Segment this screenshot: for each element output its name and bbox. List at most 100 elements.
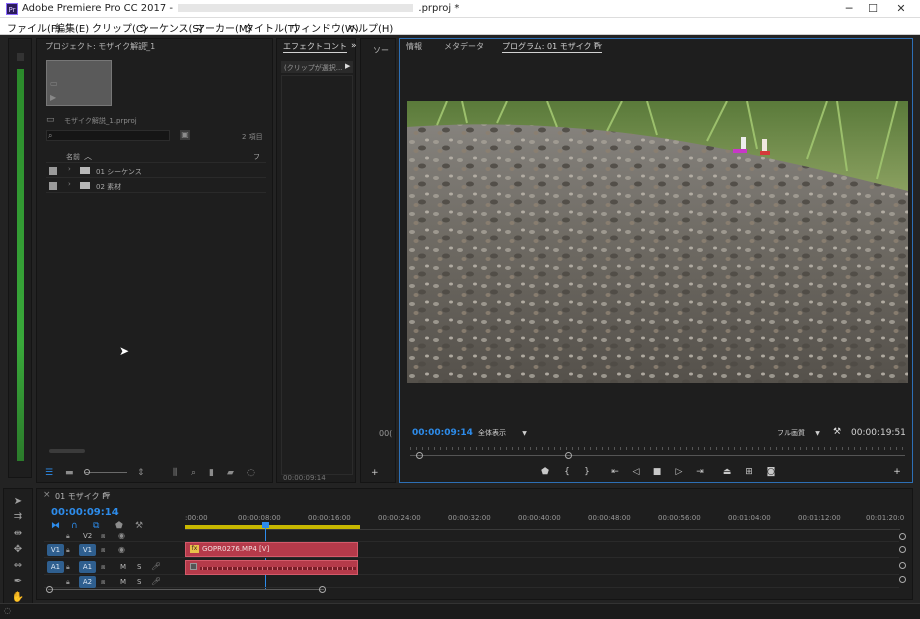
expand-panels-icon[interactable]: » xyxy=(351,41,357,51)
solo-button[interactable]: S xyxy=(137,578,141,586)
chevron-right-icon[interactable]: › xyxy=(68,165,71,173)
automate-icon[interactable]: ⫼ xyxy=(173,467,177,479)
sync-lock-icon[interactable]: ⧈ xyxy=(101,561,105,573)
mark-in-icon[interactable]: { xyxy=(560,466,574,478)
list-item[interactable]: › 02 素材 xyxy=(46,179,266,193)
column-name[interactable]: 名前 xyxy=(66,152,80,162)
go-to-in-icon[interactable]: ⇤ xyxy=(608,466,622,478)
vertical-scroll-handle[interactable] xyxy=(899,562,906,569)
vertical-scroll-handle[interactable] xyxy=(899,533,906,540)
panel-menu-icon[interactable]: ≡ xyxy=(593,39,601,51)
track-target-a1[interactable]: A1 xyxy=(79,561,96,573)
extract-icon[interactable]: ⊞ xyxy=(742,466,756,478)
scroll-end-handle[interactable] xyxy=(319,586,326,593)
panel-menu-icon[interactable]: ≡ xyxy=(103,489,111,501)
vertical-scroll-handle[interactable] xyxy=(899,546,906,553)
razor-tool-icon[interactable]: ✥ xyxy=(11,543,25,557)
program-playhead-timecode[interactable]: 00:00:09:14 xyxy=(412,428,473,438)
horizontal-scrollbar[interactable] xyxy=(49,449,85,453)
chevron-right-icon[interactable]: › xyxy=(68,180,71,188)
vertical-scroll-handle[interactable] xyxy=(899,576,906,583)
button-editor-icon[interactable]: + xyxy=(890,466,904,478)
ripple-edit-tool-icon[interactable]: ⇹ xyxy=(11,527,25,541)
menu-edit[interactable]: 編集(E) xyxy=(55,20,89,35)
mark-out-icon[interactable]: } xyxy=(580,466,594,478)
solo-button[interactable]: S xyxy=(137,563,141,571)
sync-lock-icon[interactable]: ⧈ xyxy=(101,530,105,542)
maximize-button[interactable]: ☐ xyxy=(866,2,880,16)
mute-button[interactable]: M xyxy=(120,578,126,586)
list-view-icon[interactable]: ☰ xyxy=(45,467,53,479)
new-bin-search-icon[interactable]: ▣ xyxy=(180,130,190,140)
step-forward-icon[interactable]: ▷ xyxy=(672,466,686,478)
video-clip[interactable]: fx GOPR0276.MP4 [V] xyxy=(185,542,358,557)
menu-marker[interactable]: マーカー(M) xyxy=(195,20,251,35)
audio-meter-panel xyxy=(8,38,32,478)
zoom-start-handle[interactable] xyxy=(416,452,423,459)
tab-info[interactable]: 情報 xyxy=(406,41,422,52)
timeline-scrollbar[interactable] xyxy=(48,589,324,590)
sync-lock-icon[interactable]: ⧈ xyxy=(101,544,105,556)
quality-select[interactable]: フル画質 ▼ xyxy=(777,428,820,438)
find-icon[interactable]: ⌕ xyxy=(191,467,196,479)
lift-icon[interactable]: ⏏ xyxy=(720,466,734,478)
track-target-a2[interactable]: A2 xyxy=(79,576,96,588)
add-button-icon[interactable]: + xyxy=(371,467,379,479)
microphone-icon[interactable]: 🎤︎ xyxy=(151,561,161,573)
timeline-tab[interactable]: 01 モザイク Pr xyxy=(55,491,110,502)
mute-button[interactable]: M xyxy=(120,563,126,571)
clip-selector[interactable]: (クリップが選択... ▶ xyxy=(281,61,353,73)
stop-icon[interactable]: ■ xyxy=(650,466,664,478)
source-tab[interactable]: ソー xyxy=(373,45,389,56)
new-item-icon[interactable]: ▰ xyxy=(227,467,234,479)
menu-sequence[interactable]: シーケンス(S) xyxy=(139,20,203,35)
close-tab-icon[interactable]: × xyxy=(43,489,51,501)
menu-title[interactable]: タイトル(T) xyxy=(244,20,298,35)
step-back-icon[interactable]: ◁ xyxy=(629,466,643,478)
clear-icon[interactable]: ◌ xyxy=(247,467,255,479)
project-tab[interactable]: プロジェクト: モザイク解説_1 xyxy=(45,41,155,52)
selection-tool-icon[interactable]: ➤ xyxy=(11,495,25,509)
scroll-start-handle[interactable] xyxy=(46,586,53,593)
sync-lock-icon[interactable]: ⧈ xyxy=(101,576,105,588)
effect-controls-tab[interactable]: エフェクトコント xyxy=(283,41,347,53)
zoom-end-handle[interactable] xyxy=(565,452,572,459)
timeline-timecode[interactable]: 00:00:09:14 xyxy=(51,507,119,518)
lock-icon[interactable]: 🔒︎ xyxy=(66,561,70,573)
slip-tool-icon[interactable]: ⇔ xyxy=(11,559,25,573)
source-patch-a1[interactable]: A1 xyxy=(47,561,64,573)
pen-tool-icon[interactable]: ✒ xyxy=(11,575,25,589)
eye-icon[interactable]: ◉ xyxy=(118,544,125,556)
tab-metadata[interactable]: メタデータ xyxy=(444,41,484,52)
audio-clip[interactable] xyxy=(185,560,358,575)
list-item[interactable]: › 01 シーケンス xyxy=(46,164,266,178)
fit-select[interactable]: 全体表示 ▼ xyxy=(478,428,527,438)
close-button[interactable]: ✕ xyxy=(894,2,908,16)
source-patch-v1[interactable]: V1 xyxy=(47,544,64,556)
add-marker-icon[interactable]: ⬟ xyxy=(538,466,552,478)
search-input[interactable]: ⌕ xyxy=(46,130,170,141)
sort-icon[interactable]: ⇕ xyxy=(137,467,145,479)
wrench-icon[interactable]: ⚒ xyxy=(833,426,841,438)
lock-icon[interactable]: 🔒︎ xyxy=(66,576,70,588)
menu-help[interactable]: ヘルプ(H) xyxy=(348,20,393,35)
minimize-button[interactable]: ─ xyxy=(842,2,856,16)
zoom-slider-handle[interactable] xyxy=(84,469,90,475)
eye-icon[interactable]: ◉ xyxy=(118,530,125,542)
new-bin-icon[interactable]: ▮ xyxy=(209,467,214,479)
program-zoom-bar[interactable] xyxy=(410,455,905,456)
export-frame-icon[interactable]: ◙ xyxy=(764,466,778,478)
go-to-out-icon[interactable]: ⇥ xyxy=(693,466,707,478)
program-mini-ruler[interactable] xyxy=(410,447,905,450)
lock-icon[interactable]: 🔒︎ xyxy=(66,530,70,542)
zoom-slider[interactable] xyxy=(85,472,127,473)
track-target-v1[interactable]: V1 xyxy=(79,544,96,556)
lock-icon[interactable]: 🔒︎ xyxy=(66,544,70,556)
tab-program-monitor[interactable]: プログラム: 01 モザイク Pr xyxy=(502,41,603,53)
panel-menu-icon[interactable]: ≡ xyxy=(141,39,149,51)
column-frame[interactable]: フ xyxy=(253,152,260,162)
icon-view-icon[interactable]: ▬ xyxy=(65,467,74,479)
microphone-icon[interactable]: 🎤︎ xyxy=(151,576,161,588)
menu-file[interactable]: ファイル(F) xyxy=(7,20,61,35)
track-select-tool-icon[interactable]: ⇉ xyxy=(11,510,25,524)
